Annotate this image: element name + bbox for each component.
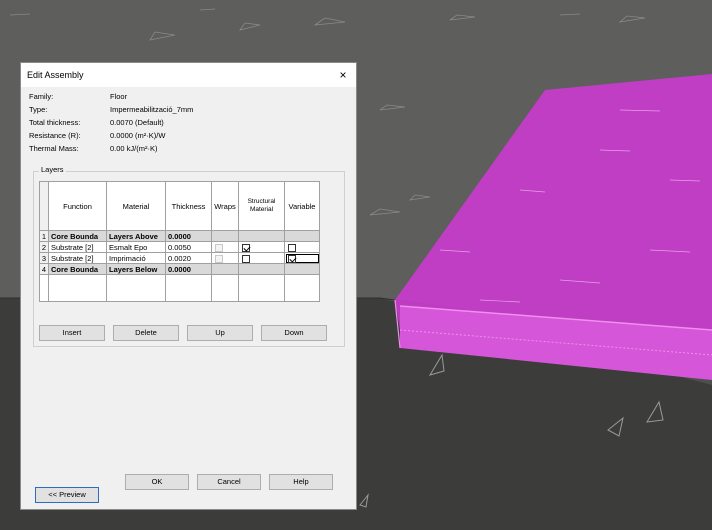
total-thickness-value: 0.0070 (Default) xyxy=(110,118,164,127)
table-row[interactable]: 2 Substrate [2] Esmalt Epo 0.0050 xyxy=(39,241,320,253)
structural-cell xyxy=(238,263,285,275)
material-header[interactable]: Material xyxy=(106,181,166,231)
row-number[interactable]: 4 xyxy=(39,263,49,275)
wraps-cell xyxy=(211,252,239,264)
thickness-cell[interactable]: 0.0000 xyxy=(165,230,212,242)
table-row[interactable]: 3 Substrate [2] Imprimació 0.0020 xyxy=(39,252,320,264)
function-cell[interactable]: Core Bounda xyxy=(48,263,107,275)
thickness-header[interactable]: Thickness xyxy=(165,181,212,231)
variable-checkbox[interactable] xyxy=(288,254,296,263)
wraps-checkbox xyxy=(215,243,223,252)
table-row[interactable]: 4 Core Bounda Layers Below 0.0000 xyxy=(39,263,320,275)
row-number[interactable]: 1 xyxy=(39,230,49,242)
function-cell[interactable]: Core Bounda xyxy=(48,230,107,242)
row-number-header xyxy=(39,181,49,231)
thickness-cell[interactable]: 0.0050 xyxy=(165,241,212,253)
ok-button[interactable]: OK xyxy=(125,474,189,490)
wraps-header[interactable]: Wraps xyxy=(211,181,239,231)
dialog-titlebar[interactable]: Edit Assembly × xyxy=(21,63,356,87)
thickness-cell[interactable]: 0.0000 xyxy=(165,263,212,275)
type-value: Impermeabilització_7mm xyxy=(110,105,194,114)
table-row[interactable]: 1 Core Bounda Layers Above 0.0000 xyxy=(39,230,320,242)
structural-cell xyxy=(238,230,285,242)
delete-button[interactable]: Delete xyxy=(113,325,179,341)
type-label: Type: xyxy=(29,105,48,114)
structural-cell[interactable] xyxy=(238,241,285,253)
material-cell[interactable]: Layers Below xyxy=(106,263,166,275)
variable-header[interactable]: Variable xyxy=(284,181,320,231)
variable-checkbox[interactable] xyxy=(288,243,296,252)
cancel-button[interactable]: Cancel xyxy=(197,474,261,490)
thermal-mass-label: Thermal Mass: xyxy=(29,144,79,153)
total-thickness-label: Total thickness: xyxy=(29,118,81,127)
row-number[interactable]: 2 xyxy=(39,241,49,253)
material-cell[interactable]: Esmalt Epo xyxy=(106,241,166,253)
material-cell[interactable]: Layers Above xyxy=(106,230,166,242)
preview-button[interactable]: << Preview xyxy=(35,487,99,503)
wraps-cell xyxy=(211,241,239,253)
structural-material-header[interactable]: Structural Material xyxy=(238,181,285,231)
up-button[interactable]: Up xyxy=(187,325,253,341)
structural-cell[interactable] xyxy=(238,252,285,264)
wraps-checkbox xyxy=(215,254,223,263)
empty-row xyxy=(39,274,320,302)
layers-legend: Layers xyxy=(39,165,66,174)
table-header-row: Function Material Thickness Wraps Struct… xyxy=(39,181,320,231)
layers-table: Function Material Thickness Wraps Struct… xyxy=(39,181,320,302)
family-label: Family: xyxy=(29,92,54,101)
resistance-label: Resistance (R): xyxy=(29,131,81,140)
thermal-mass-value: 0.00 kJ/(m²·K) xyxy=(110,144,158,153)
wraps-cell xyxy=(211,230,239,242)
function-cell[interactable]: Substrate [2] xyxy=(48,252,107,264)
wraps-cell xyxy=(211,263,239,275)
variable-cell[interactable] xyxy=(284,252,320,264)
row-number[interactable]: 3 xyxy=(39,252,49,264)
structural-checkbox[interactable] xyxy=(242,254,250,263)
material-cell[interactable]: Imprimació xyxy=(106,252,166,264)
family-value: Floor xyxy=(110,92,128,101)
close-icon[interactable]: × xyxy=(330,63,356,87)
variable-cell xyxy=(284,263,320,275)
variable-cell[interactable] xyxy=(284,241,320,253)
down-button[interactable]: Down xyxy=(261,325,327,341)
dialog-title: Edit Assembly xyxy=(27,70,84,80)
resistance-value: 0.0000 (m²·K)/W xyxy=(110,131,166,140)
structural-checkbox[interactable] xyxy=(242,243,250,252)
thickness-cell[interactable]: 0.0020 xyxy=(165,252,212,264)
function-header[interactable]: Function xyxy=(48,181,107,231)
edit-assembly-dialog: Edit Assembly × Family: Floor Type: Impe… xyxy=(20,62,357,510)
function-cell[interactable]: Substrate [2] xyxy=(48,241,107,253)
variable-cell xyxy=(284,230,320,242)
help-button[interactable]: Help xyxy=(269,474,333,490)
insert-button[interactable]: Insert xyxy=(39,325,105,341)
